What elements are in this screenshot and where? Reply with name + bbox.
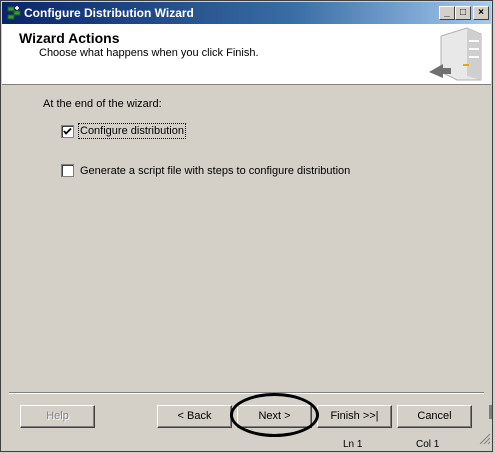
generate-script-checkbox[interactable] [61, 164, 74, 177]
button-divider [9, 392, 484, 394]
server-icon [429, 27, 482, 81]
wizard-header: Wizard Actions Choose what happens when … [2, 24, 491, 85]
resize-grip-icon[interactable] [479, 433, 491, 445]
help-button[interactable]: Help [20, 405, 95, 428]
close-icon: × [478, 7, 484, 18]
intro-label: At the end of the wizard: [43, 98, 162, 110]
back-button[interactable]: < Back [157, 405, 232, 428]
maximize-button[interactable]: □ [455, 6, 471, 20]
cancel-button[interactable]: Cancel [397, 405, 472, 428]
checkmark-icon [63, 127, 72, 135]
generate-script-label[interactable]: Generate a script file with steps to con… [80, 165, 350, 177]
minimize-icon: _ [444, 7, 450, 18]
wizard-window: Configure Distribution Wizard _ □ × Wiza… [0, 0, 493, 452]
window-title: Configure Distribution Wizard [24, 6, 194, 20]
status-column: Col 1 [416, 439, 440, 450]
wizard-app-icon [7, 6, 21, 20]
page-title: Wizard Actions [19, 30, 120, 46]
highlight-circle [230, 393, 319, 437]
status-line: Ln 1 [343, 439, 363, 450]
background-window-edge [489, 405, 492, 419]
configure-distribution-label[interactable]: Configure distribution [78, 123, 186, 139]
title-bar[interactable]: Configure Distribution Wizard _ □ × [2, 2, 491, 24]
configure-distribution-checkbox[interactable] [61, 125, 74, 138]
close-button[interactable]: × [473, 6, 489, 20]
finish-button[interactable]: Finish >>| [317, 405, 392, 428]
page-subtitle: Choose what happens when you click Finis… [39, 47, 259, 59]
minimize-button[interactable]: _ [439, 6, 455, 20]
maximize-icon: □ [459, 7, 467, 18]
